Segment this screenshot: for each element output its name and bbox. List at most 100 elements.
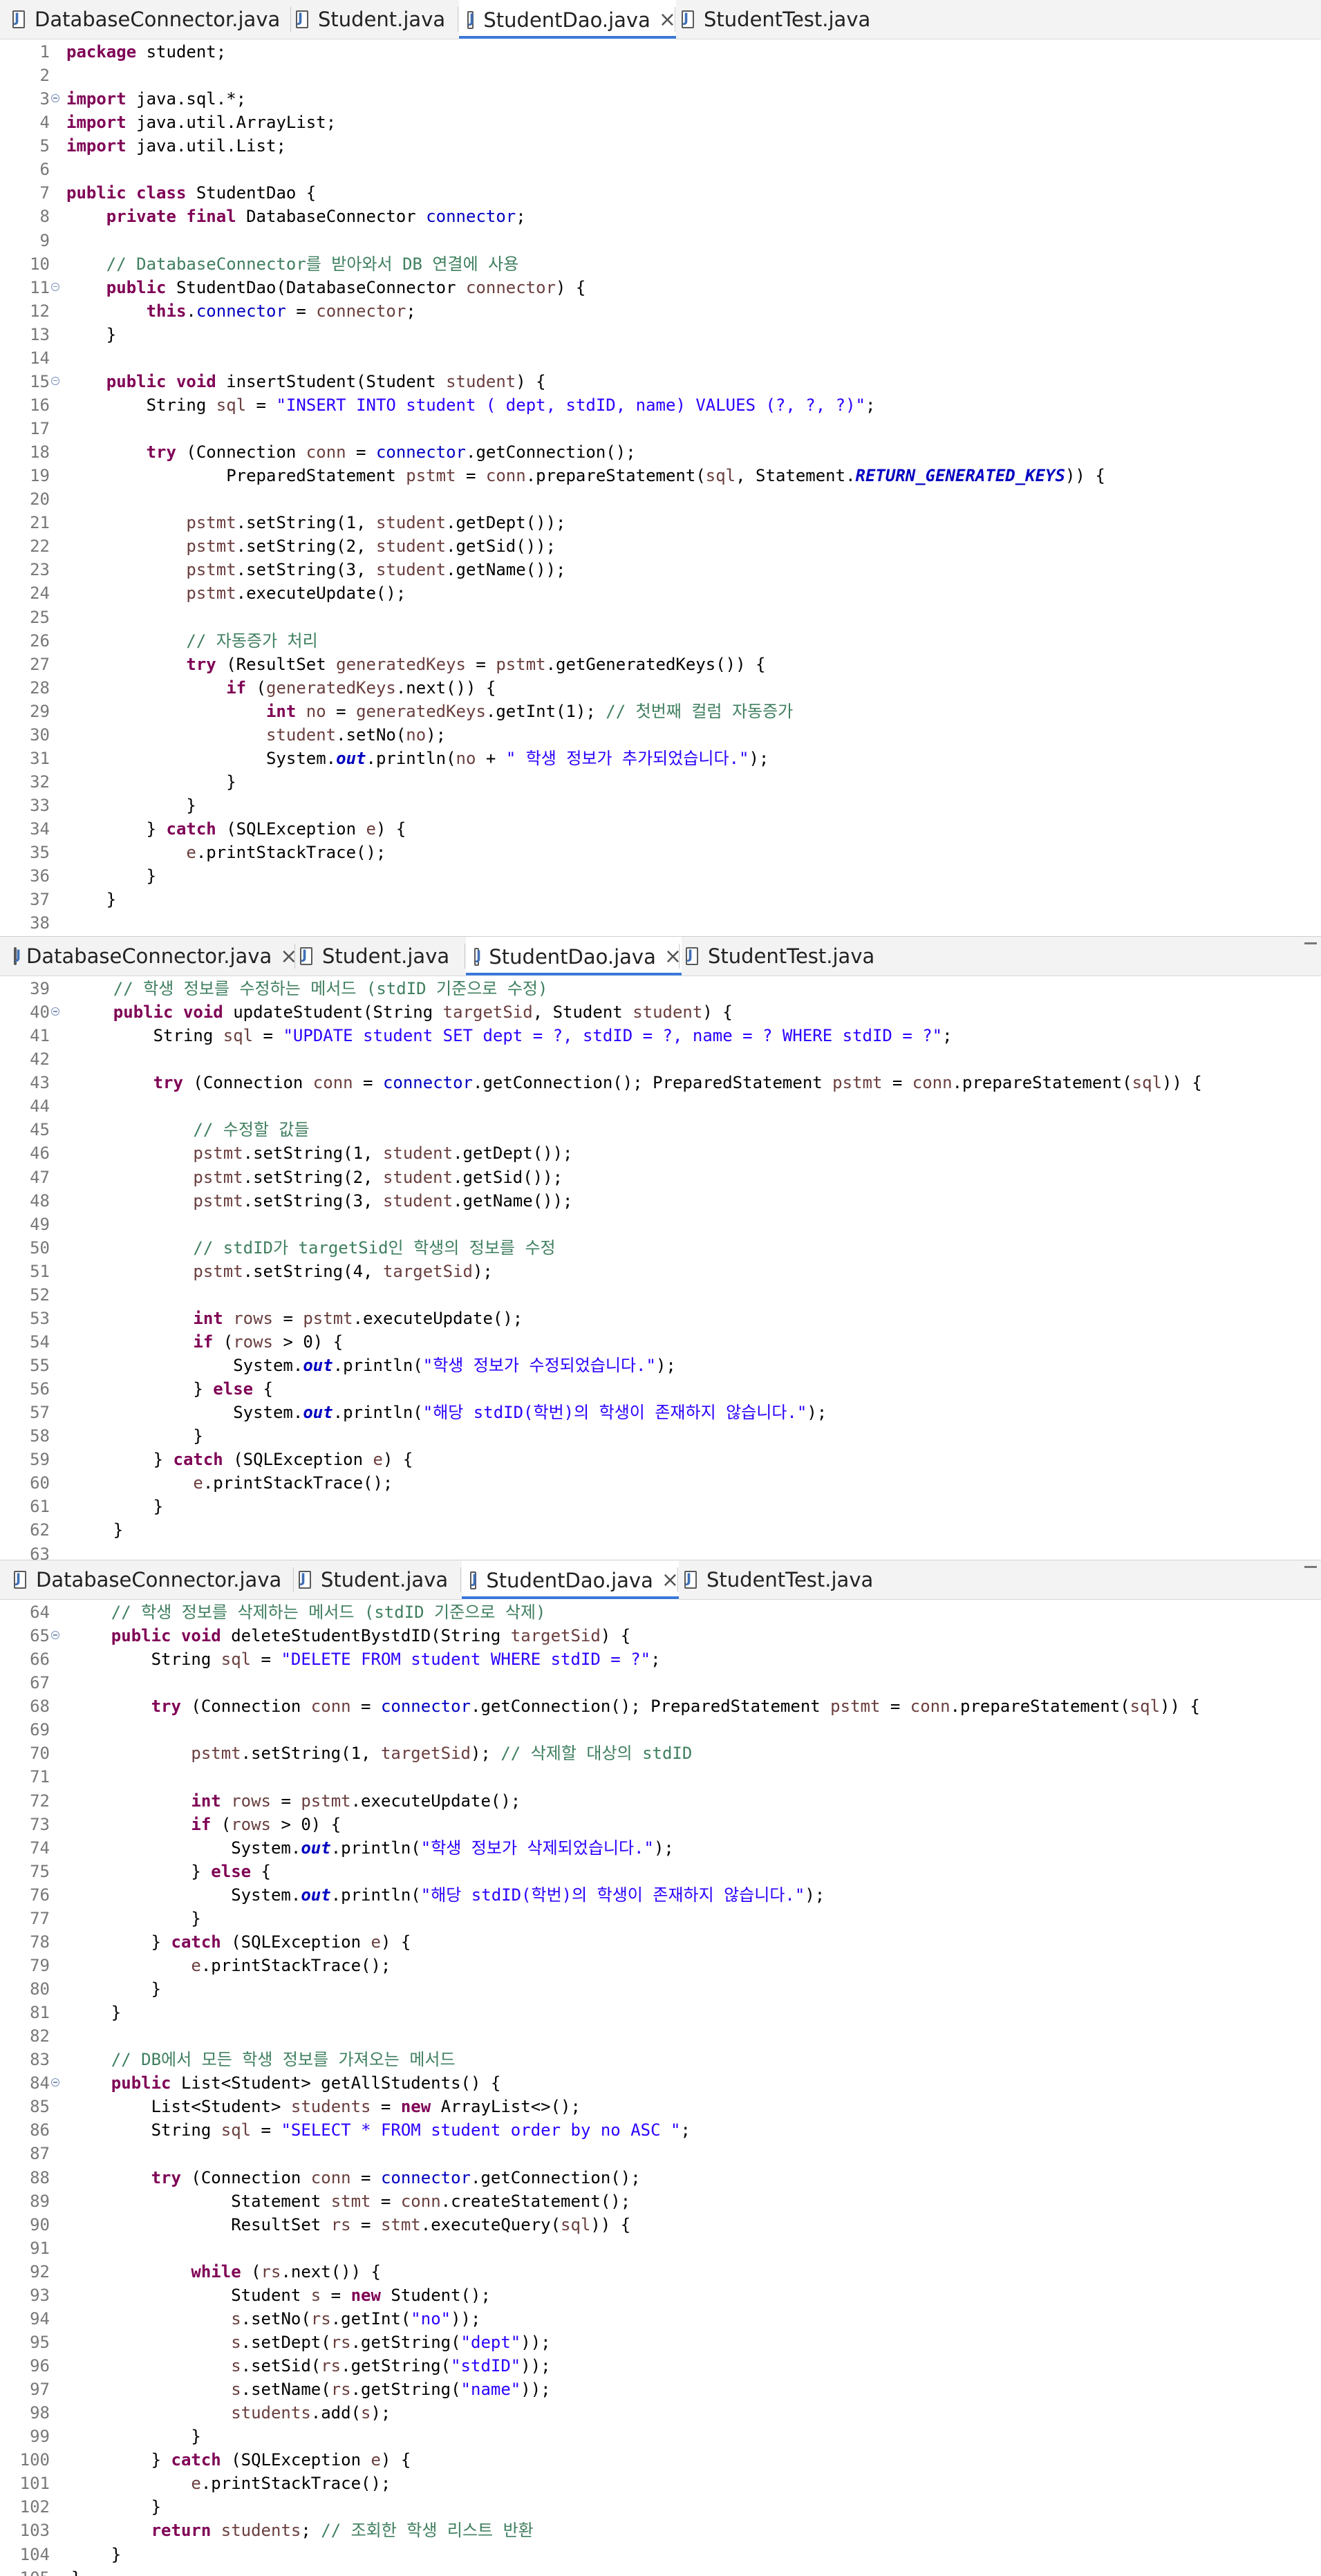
close-icon[interactable]: ×: [659, 8, 676, 32]
minimize-icon[interactable]: [1304, 1566, 1317, 1571]
code-line[interactable]: 46 pstmt.setString(1, student.getDept())…: [0, 1141, 1321, 1165]
tab-studentdao[interactable]: StudentDao.java ×: [466, 937, 682, 976]
code-line[interactable]: 104 }: [0, 2543, 1321, 2566]
code-line[interactable]: 11 public StudentDao(DatabaseConnector c…: [0, 276, 1321, 299]
code-line[interactable]: 97 s.setName(rs.getString("name"));: [0, 2378, 1321, 2401]
code-line[interactable]: 74 System.out.println("학생 정보가 삭제되었습니다.")…: [0, 1836, 1321, 1860]
code-line[interactable]: 82: [0, 2024, 1321, 2048]
code-line[interactable]: 26 // 자동증가 처리: [0, 629, 1321, 653]
code-line[interactable]: 35 e.printStackTrace();: [0, 841, 1321, 864]
code-line[interactable]: 27 try (ResultSet generatedKeys = pstmt.…: [0, 653, 1321, 676]
code-line[interactable]: 37 }: [0, 888, 1321, 911]
code-line[interactable]: 44: [0, 1094, 1321, 1118]
code-line[interactable]: 72 int rows = pstmt.executeUpdate();: [0, 1789, 1321, 1813]
code-line[interactable]: 50 // stdID가 targetSid인 학생의 정보를 수정: [0, 1236, 1321, 1260]
code-line[interactable]: 7 public class StudentDao {: [0, 181, 1321, 205]
code-line[interactable]: 101 e.printStackTrace();: [0, 2472, 1321, 2495]
code-line[interactable]: 30 student.setNo(no);: [0, 723, 1321, 747]
minimize-icon[interactable]: [1304, 942, 1317, 947]
code-line[interactable]: 32 }: [0, 770, 1321, 794]
code-line[interactable]: 31 System.out.println(no + " 학생 정보가 추가되었…: [0, 747, 1321, 770]
code-line[interactable]: 85 List<Student> students = new ArrayLis…: [0, 2095, 1321, 2118]
code-line[interactable]: 83 // DB에서 모든 학생 정보를 가져오는 메서드: [0, 2048, 1321, 2071]
tab-student[interactable]: Student.java: [294, 1560, 465, 1599]
code-line[interactable]: 80 }: [0, 1977, 1321, 2001]
code-line[interactable]: 41 String sql = "UPDATE student SET dept…: [0, 1024, 1321, 1047]
code-line[interactable]: 36 }: [0, 864, 1321, 888]
code-line[interactable]: 8 private final DatabaseConnector connec…: [0, 205, 1321, 228]
code-line[interactable]: 25: [0, 606, 1321, 629]
code-line[interactable]: 29 int no = generatedKeys.getInt(1); // …: [0, 700, 1321, 723]
code-line[interactable]: 24 pstmt.executeUpdate();: [0, 581, 1321, 605]
tab-student[interactable]: Student.java: [292, 0, 462, 39]
code-line[interactable]: 64 // 학생 정보를 삭제하는 메서드 (stdID 기준으로 삭제): [0, 1600, 1321, 1624]
code-line[interactable]: 3 import java.sql.*;: [0, 87, 1321, 111]
code-line[interactable]: 1 package student;: [0, 40, 1321, 64]
code-line[interactable]: 81 }: [0, 2001, 1321, 2024]
code-line[interactable]: 69: [0, 1718, 1321, 1742]
code-line[interactable]: 14: [0, 346, 1321, 370]
tab-studenttest[interactable]: StudentTest.java: [680, 937, 893, 976]
code-area[interactable]: 64 // 학생 정보를 삭제하는 메서드 (stdID 기준으로 삭제) 65 …: [0, 1600, 1321, 2576]
code-line[interactable]: 63: [0, 1542, 1321, 1561]
code-line[interactable]: 87: [0, 2142, 1321, 2165]
code-line[interactable]: 51 pstmt.setString(4, targetSid);: [0, 1260, 1321, 1283]
code-line[interactable]: 39 // 학생 정보를 수정하는 메서드 (stdID 기준으로 수정): [0, 977, 1321, 1000]
code-line[interactable]: 2: [0, 64, 1321, 87]
code-line[interactable]: 21 pstmt.setString(1, student.getDept())…: [0, 511, 1321, 534]
code-line[interactable]: 53 int rows = pstmt.executeUpdate();: [0, 1307, 1321, 1330]
fold-collapse-icon[interactable]: [51, 376, 59, 385]
code-line[interactable]: 43 try (Connection conn = connector.getC…: [0, 1071, 1321, 1094]
code-line[interactable]: 34 } catch (SQLException e) {: [0, 817, 1321, 841]
code-line[interactable]: 75 } else {: [0, 1860, 1321, 1883]
fold-collapse-icon[interactable]: [51, 1631, 59, 1640]
code-line[interactable]: 66 String sql = "DELETE FROM student WHE…: [0, 1648, 1321, 1671]
code-line[interactable]: 70 pstmt.setString(1, targetSid); // 삭제할…: [0, 1742, 1321, 1765]
code-line[interactable]: 79 e.printStackTrace();: [0, 1954, 1321, 1977]
code-line[interactable]: 57 System.out.println("해당 stdID(학번)의 학생이…: [0, 1401, 1321, 1424]
code-line[interactable]: 15 public void insertStudent(Student stu…: [0, 370, 1321, 393]
code-line[interactable]: 105}: [0, 2566, 1321, 2576]
code-line[interactable]: 89 Statement stmt = conn.createStatement…: [0, 2190, 1321, 2213]
code-line[interactable]: 91: [0, 2237, 1321, 2260]
code-line[interactable]: 54 if (rows > 0) {: [0, 1330, 1321, 1354]
fold-collapse-icon[interactable]: [51, 282, 59, 291]
code-line[interactable]: 99 }: [0, 2425, 1321, 2448]
code-line[interactable]: 49: [0, 1213, 1321, 1236]
code-line[interactable]: 48 pstmt.setString(3, student.getName())…: [0, 1189, 1321, 1213]
code-area[interactable]: 1 package student; 2 3 import java.sql.*; 4 im…: [0, 40, 1321, 935]
code-line[interactable]: 42: [0, 1047, 1321, 1071]
tab-databaseconnector[interactable]: DatabaseConnector.java: [7, 1560, 290, 1599]
tab-databaseconnector[interactable]: DatabaseConnector.java: [7, 0, 289, 39]
code-line[interactable]: 98 students.add(s);: [0, 2401, 1321, 2425]
code-line[interactable]: 84 public List<Student> getAllStudents()…: [0, 2071, 1321, 2095]
tab-studentdao[interactable]: StudentDao.java ×: [462, 1560, 679, 1600]
code-line[interactable]: 10 // DatabaseConnector를 받아와서 DB 연결에 사용: [0, 252, 1321, 276]
code-line[interactable]: 71: [0, 1765, 1321, 1789]
code-line[interactable]: 93 Student s = new Student();: [0, 2284, 1321, 2307]
tab-studentdao[interactable]: StudentDao.java ×: [459, 0, 676, 39]
code-line[interactable]: 67: [0, 1671, 1321, 1695]
code-line[interactable]: 47 pstmt.setString(2, student.getSid());: [0, 1166, 1321, 1189]
code-line[interactable]: 23 pstmt.setString(3, student.getName())…: [0, 558, 1321, 581]
fold-collapse-icon[interactable]: [51, 2078, 59, 2087]
code-area[interactable]: 39 // 학생 정보를 수정하는 메서드 (stdID 기준으로 수정) 40 …: [0, 977, 1321, 1560]
code-line[interactable]: 77 }: [0, 1907, 1321, 1930]
code-line[interactable]: 86 String sql = "SELECT * FROM student o…: [0, 2118, 1321, 2142]
tab-student[interactable]: Student.java: [296, 937, 466, 976]
code-line[interactable]: 88 try (Connection conn = connector.getC…: [0, 2166, 1321, 2190]
tab-databaseconnector[interactable]: DatabaseConnector.java ×: [7, 937, 297, 976]
code-line[interactable]: 78 } catch (SQLException e) {: [0, 1930, 1321, 1954]
code-line[interactable]: 20: [0, 487, 1321, 511]
code-line[interactable]: 55 System.out.println("학생 정보가 수정되었습니다.")…: [0, 1354, 1321, 1377]
code-line[interactable]: 68 try (Connection conn = connector.getC…: [0, 1695, 1321, 1718]
code-line[interactable]: 90 ResultSet rs = stmt.executeQuery(sql)…: [0, 2213, 1321, 2237]
code-line[interactable]: 38: [0, 911, 1321, 935]
code-line[interactable]: 59 } catch (SQLException e) {: [0, 1448, 1321, 1471]
code-line[interactable]: 102 }: [0, 2495, 1321, 2519]
code-line[interactable]: 18 try (Connection conn = connector.getC…: [0, 440, 1321, 464]
code-line[interactable]: 28 if (generatedKeys.next()) {: [0, 676, 1321, 700]
code-line[interactable]: 96 s.setSid(rs.getString("stdID"));: [0, 2354, 1321, 2378]
code-line[interactable]: 16 String sql = "INSERT INTO student ( d…: [0, 393, 1321, 417]
code-line[interactable]: 40 public void updateStudent(String targ…: [0, 1000, 1321, 1024]
